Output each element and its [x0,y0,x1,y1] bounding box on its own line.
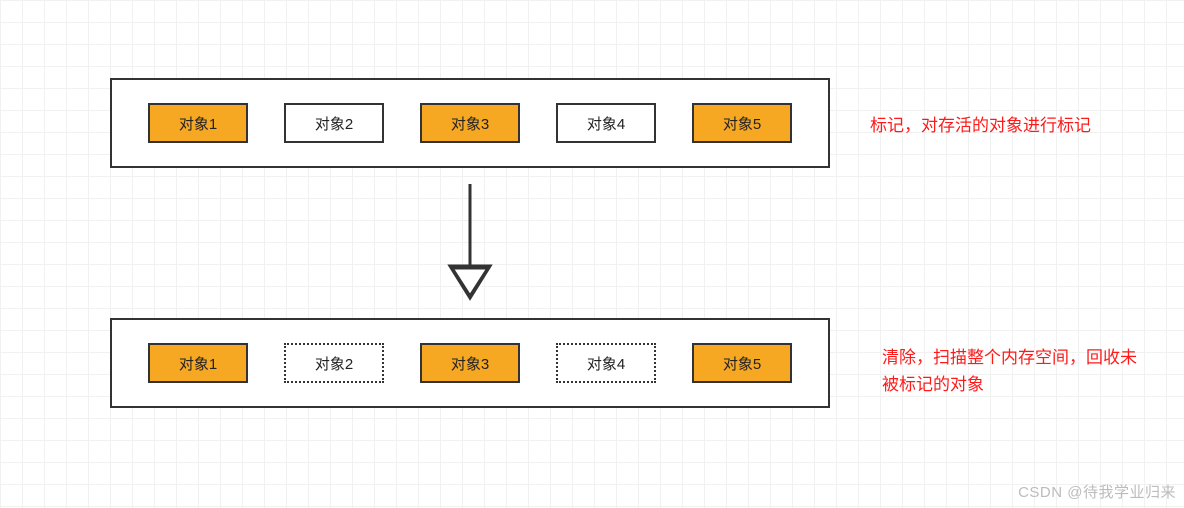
object-label: 对象3 [451,353,489,374]
object-box-5: 对象5 [692,343,792,383]
watermark-text: CSDN @待我学业归来 [1018,481,1176,502]
object-box-2: 对象2 [284,103,384,143]
object-box-4: 对象4 [556,103,656,143]
object-label: 对象3 [451,113,489,134]
arrow-down-icon [440,180,500,302]
object-label: 对象1 [179,353,217,374]
object-label: 对象2 [315,353,353,374]
object-label: 对象4 [587,113,625,134]
object-label: 对象5 [723,113,761,134]
object-box-1: 对象1 [148,103,248,143]
object-box-1: 对象1 [148,343,248,383]
object-box-3: 对象3 [420,343,520,383]
caption-mark-phase: 标记，对存活的对象进行标记 [870,112,1091,139]
object-box-2: 对象2 [284,343,384,383]
object-label: 对象1 [179,113,217,134]
object-box-3: 对象3 [420,103,520,143]
object-box-4: 对象4 [556,343,656,383]
caption-sweep-phase: 清除，扫描整个内存空间，回收未被标记的对象 [882,344,1142,398]
object-label: 对象5 [723,353,761,374]
object-box-5: 对象5 [692,103,792,143]
memory-row-after: 对象1 对象2 对象3 对象4 对象5 [110,318,830,408]
object-label: 对象4 [587,353,625,374]
object-label: 对象2 [315,113,353,134]
memory-row-before: 对象1 对象2 对象3 对象4 对象5 [110,78,830,168]
